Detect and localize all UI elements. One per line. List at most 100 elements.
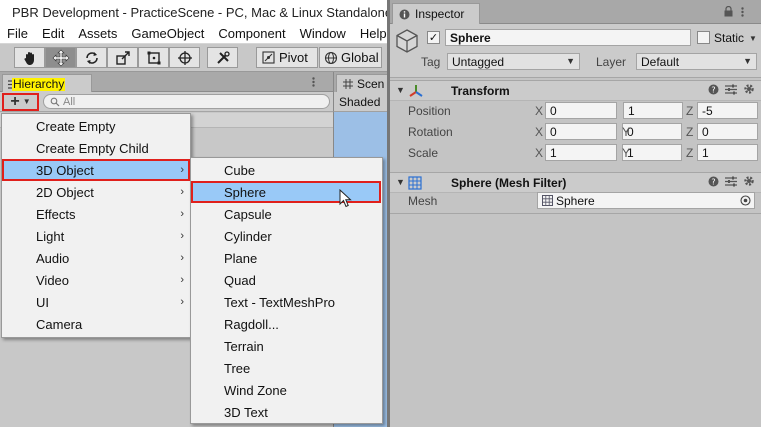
- submenu-item-label: Plane: [224, 250, 258, 266]
- help-icon[interactable]: ?: [708, 176, 719, 187]
- tab-hierarchy[interactable]: Hierarchy: [2, 74, 92, 93]
- transform-title: Transform: [451, 84, 510, 98]
- svg-text:?: ?: [711, 85, 715, 94]
- submenu-item-cube[interactable]: Cube: [191, 159, 381, 181]
- tab-scene[interactable]: Scen: [336, 74, 388, 93]
- object-picker-icon[interactable]: [740, 195, 751, 206]
- menu-item-3d-object[interactable]: 3D Object ›: [2, 159, 190, 181]
- create-add-button[interactable]: + ▼: [2, 93, 39, 111]
- submenu-item-label: Cube: [224, 162, 256, 178]
- menu-assets[interactable]: Assets: [71, 24, 124, 44]
- scale-x-input[interactable]: 1: [545, 144, 617, 161]
- rotation-y-input[interactable]: 0: [622, 123, 682, 140]
- foldout-arrow-icon[interactable]: ▼: [396, 85, 405, 95]
- position-label: Position: [408, 104, 451, 118]
- transform-tool-button[interactable]: [169, 47, 200, 68]
- more-options-icon[interactable]: [312, 77, 315, 87]
- preset-sliders-icon[interactable]: [725, 176, 737, 187]
- axis-x-label: X: [535, 125, 544, 139]
- plus-icon: +: [10, 93, 20, 110]
- position-y-input[interactable]: 1: [623, 102, 683, 119]
- shading-mode-dropdown[interactable]: Shaded: [339, 95, 380, 109]
- global-toggle[interactable]: Global: [319, 47, 382, 68]
- search-placeholder: All: [63, 95, 76, 108]
- submenu-item-cylinder[interactable]: Cylinder: [191, 225, 381, 247]
- rect-tool-button[interactable]: [138, 47, 169, 68]
- create-context-menu: Create Empty Create Empty Child 3D Objec…: [1, 113, 191, 338]
- menu-item-effects[interactable]: Effects ›: [2, 203, 190, 225]
- submenu-item-terrain[interactable]: Terrain: [191, 335, 381, 357]
- menu-item-ui[interactable]: UI ›: [2, 291, 190, 313]
- menu-item-2d-object[interactable]: 2D Object ›: [2, 181, 190, 203]
- menu-item-light[interactable]: Light ›: [2, 225, 190, 247]
- position-z-input[interactable]: -5: [697, 102, 758, 119]
- menu-gameobject[interactable]: GameObject: [124, 24, 211, 44]
- axis-y-label: Y: [622, 146, 631, 160]
- scale-tool-button[interactable]: [107, 47, 138, 68]
- submenu-item-quad[interactable]: Quad: [191, 269, 381, 291]
- submenu-item-ragdoll[interactable]: Ragdoll...: [191, 313, 381, 335]
- axis-x-label: X: [535, 146, 544, 160]
- menu-item-camera[interactable]: Camera: [2, 313, 190, 335]
- submenu-item-label: Terrain: [224, 338, 264, 354]
- active-checkbox[interactable]: ✓: [427, 31, 440, 44]
- submenu-item-wind-zone[interactable]: Wind Zone: [191, 379, 381, 401]
- pivot-toggle[interactable]: Pivot: [256, 47, 318, 68]
- menu-item-audio[interactable]: Audio ›: [2, 247, 190, 269]
- menu-item-create-empty-child[interactable]: Create Empty Child: [2, 137, 190, 159]
- scale-y-input[interactable]: 1: [622, 144, 682, 161]
- chevron-right-icon: ›: [180, 296, 184, 308]
- menu-item-label: Effects: [36, 206, 76, 222]
- rotate-icon: [85, 51, 98, 64]
- static-checkbox[interactable]: [697, 31, 710, 44]
- rotation-x-input[interactable]: 0: [545, 123, 617, 140]
- inspector-tab-label: Inspector: [415, 7, 465, 21]
- submenu-item-label: Text - TextMeshPro: [224, 294, 336, 310]
- scene-grid-icon: [343, 79, 353, 89]
- submenu-item-sphere[interactable]: Sphere: [191, 181, 381, 203]
- layer-dropdown[interactable]: Default ▼: [636, 53, 757, 70]
- axis-z-label: Z: [686, 146, 694, 160]
- scale-x-value: 1: [550, 145, 557, 160]
- mesh-filter-component-header[interactable]: ▼ Sphere (Mesh Filter) ?: [390, 172, 761, 193]
- submenu-item-tree[interactable]: Tree: [191, 357, 381, 379]
- lock-icon[interactable]: [724, 6, 733, 17]
- settings-gear-icon[interactable]: [743, 83, 755, 95]
- menu-window[interactable]: Window: [293, 24, 353, 44]
- mesh-object-field[interactable]: Sphere: [537, 192, 755, 209]
- custom-tool-button[interactable]: [207, 47, 238, 68]
- submenu-item-3d-text[interactable]: 3D Text: [191, 401, 381, 423]
- axis-x-label: X: [535, 104, 544, 118]
- menu-item-video[interactable]: Video ›: [2, 269, 190, 291]
- hand-tool-button[interactable]: [14, 47, 45, 68]
- rotate-tool-button[interactable]: [76, 47, 107, 68]
- mesh-value: Sphere: [556, 193, 595, 208]
- chevron-down-icon[interactable]: ▼: [749, 34, 757, 43]
- menu-edit[interactable]: Edit: [35, 24, 71, 44]
- hierarchy-search-input[interactable]: All: [43, 94, 330, 109]
- object-name-input[interactable]: Sphere: [445, 29, 691, 46]
- submenu-item-text-textmeshpro[interactable]: Text - TextMeshPro: [191, 291, 381, 313]
- menu-file[interactable]: File: [0, 24, 35, 44]
- move-tool-button[interactable]: [45, 47, 76, 68]
- submenu-item-capsule[interactable]: Capsule: [191, 203, 381, 225]
- tag-dropdown[interactable]: Untagged ▼: [447, 53, 580, 70]
- rotation-z-input[interactable]: 0: [697, 123, 758, 140]
- menu-item-create-empty[interactable]: Create Empty: [2, 115, 190, 137]
- submenu-item-label: Ragdoll...: [224, 316, 279, 332]
- move-arrows-icon: [52, 49, 69, 66]
- transform-component-header[interactable]: ▼ Transform ?: [390, 80, 761, 101]
- preset-sliders-icon[interactable]: [725, 84, 737, 95]
- help-icon[interactable]: ?: [708, 84, 719, 95]
- search-icon: [50, 97, 60, 106]
- settings-gear-icon[interactable]: [743, 175, 755, 187]
- tab-inspector[interactable]: Inspector: [392, 3, 480, 24]
- menu-item-label: Video: [36, 272, 70, 288]
- global-label: Global: [341, 50, 379, 65]
- more-options-icon[interactable]: [741, 7, 744, 17]
- position-x-input[interactable]: 0: [545, 102, 617, 119]
- foldout-arrow-icon[interactable]: ▼: [396, 177, 405, 187]
- scale-z-input[interactable]: 1: [697, 144, 758, 161]
- menu-component[interactable]: Component: [211, 24, 292, 44]
- submenu-item-plane[interactable]: Plane: [191, 247, 381, 269]
